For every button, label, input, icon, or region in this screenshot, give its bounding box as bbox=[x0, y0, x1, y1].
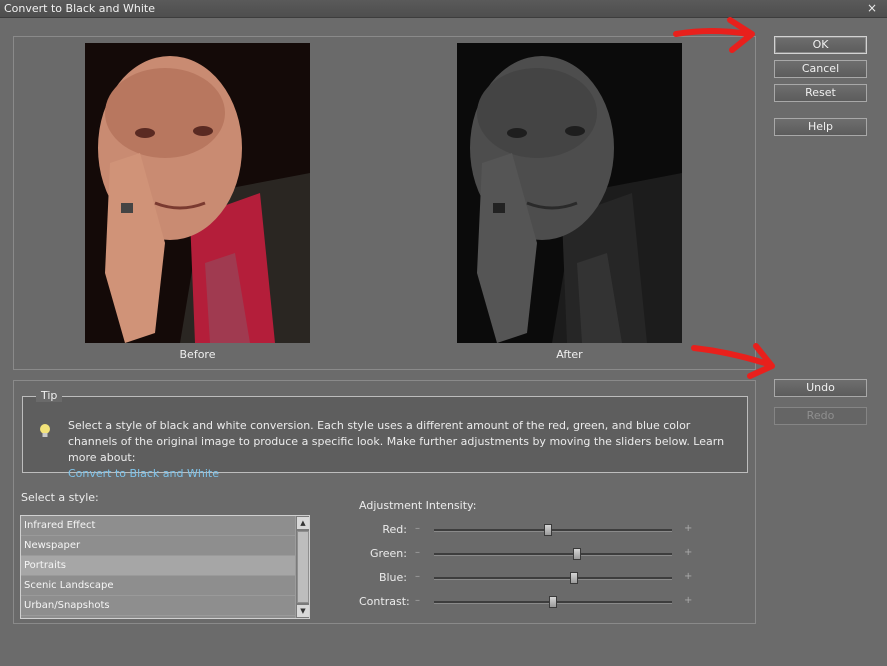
blue-slider-thumb[interactable] bbox=[570, 572, 579, 584]
style-item-newspaper[interactable]: Newspaper bbox=[21, 536, 309, 556]
plus-icon: + bbox=[684, 595, 693, 606]
style-item-scenic-landscape[interactable]: Scenic Landscape bbox=[21, 576, 309, 596]
reset-button[interactable]: Reset bbox=[774, 84, 867, 102]
minus-icon: – bbox=[415, 571, 420, 582]
slider-label: Red: bbox=[382, 523, 407, 536]
adjustment-label: Adjustment Intensity: bbox=[359, 499, 477, 512]
slider-row-blue: Blue: – + bbox=[359, 571, 699, 585]
before-image bbox=[85, 43, 310, 343]
learn-more-link[interactable]: Convert to Black and White bbox=[68, 467, 219, 480]
help-button[interactable]: Help bbox=[774, 118, 867, 136]
tip-text: Select a style of black and white conver… bbox=[68, 418, 738, 482]
arrow-icon bbox=[691, 343, 775, 379]
green-slider[interactable] bbox=[434, 548, 672, 560]
minus-icon: – bbox=[415, 523, 420, 534]
slider-row-red: Red: – + bbox=[359, 523, 699, 537]
tip-box: Select a style of black and white conver… bbox=[22, 396, 748, 480]
before-label: Before bbox=[179, 348, 216, 361]
blue-slider[interactable] bbox=[434, 572, 672, 584]
tip-legend: Tip bbox=[36, 389, 63, 402]
minus-icon: – bbox=[415, 595, 420, 606]
style-item-portraits[interactable]: Portraits bbox=[21, 556, 309, 576]
plus-icon: + bbox=[684, 547, 693, 558]
scroll-down-icon[interactable]: ▼ bbox=[297, 605, 309, 617]
after-label: After bbox=[556, 348, 583, 361]
red-slider-thumb[interactable] bbox=[544, 524, 553, 536]
slider-row-contrast: Contrast: – + bbox=[359, 595, 699, 609]
plus-icon: + bbox=[684, 523, 693, 534]
after-image bbox=[457, 43, 682, 343]
style-item-infrared[interactable]: Infrared Effect bbox=[21, 516, 309, 536]
style-list-scrollbar[interactable]: ▲ ▼ bbox=[295, 516, 309, 618]
preview-panel: Before After bbox=[13, 36, 756, 370]
tip-description: Select a style of black and white conver… bbox=[68, 419, 725, 464]
style-item-urban-snapshots[interactable]: Urban/Snapshots bbox=[21, 596, 309, 616]
slider-label: Green: bbox=[369, 547, 407, 560]
scroll-thumb[interactable] bbox=[297, 531, 309, 603]
style-label: Select a style: bbox=[21, 491, 99, 504]
plus-icon: + bbox=[684, 571, 693, 582]
settings-panel: Select a style of black and white conver… bbox=[13, 380, 756, 624]
red-slider[interactable] bbox=[434, 524, 672, 536]
arrow-icon bbox=[673, 17, 755, 53]
close-icon[interactable]: × bbox=[867, 1, 877, 15]
green-slider-thumb[interactable] bbox=[572, 548, 581, 560]
contrast-slider[interactable] bbox=[434, 596, 672, 608]
scroll-up-icon[interactable]: ▲ bbox=[297, 517, 309, 529]
window-title: Convert to Black and White bbox=[4, 2, 155, 15]
slider-label: Contrast: bbox=[359, 595, 410, 608]
contrast-slider-thumb[interactable] bbox=[549, 596, 557, 608]
lightbulb-icon bbox=[40, 424, 50, 437]
slider-label: Blue: bbox=[378, 571, 407, 584]
cancel-button[interactable]: Cancel bbox=[774, 60, 867, 78]
style-list[interactable]: Infrared Effect Newspaper Portraits Scen… bbox=[20, 515, 310, 619]
slider-row-green: Green: – + bbox=[359, 547, 699, 561]
ok-button[interactable]: OK bbox=[774, 36, 867, 54]
undo-button[interactable]: Undo bbox=[774, 379, 867, 397]
redo-button: Redo bbox=[774, 407, 867, 425]
minus-icon: – bbox=[415, 547, 420, 558]
